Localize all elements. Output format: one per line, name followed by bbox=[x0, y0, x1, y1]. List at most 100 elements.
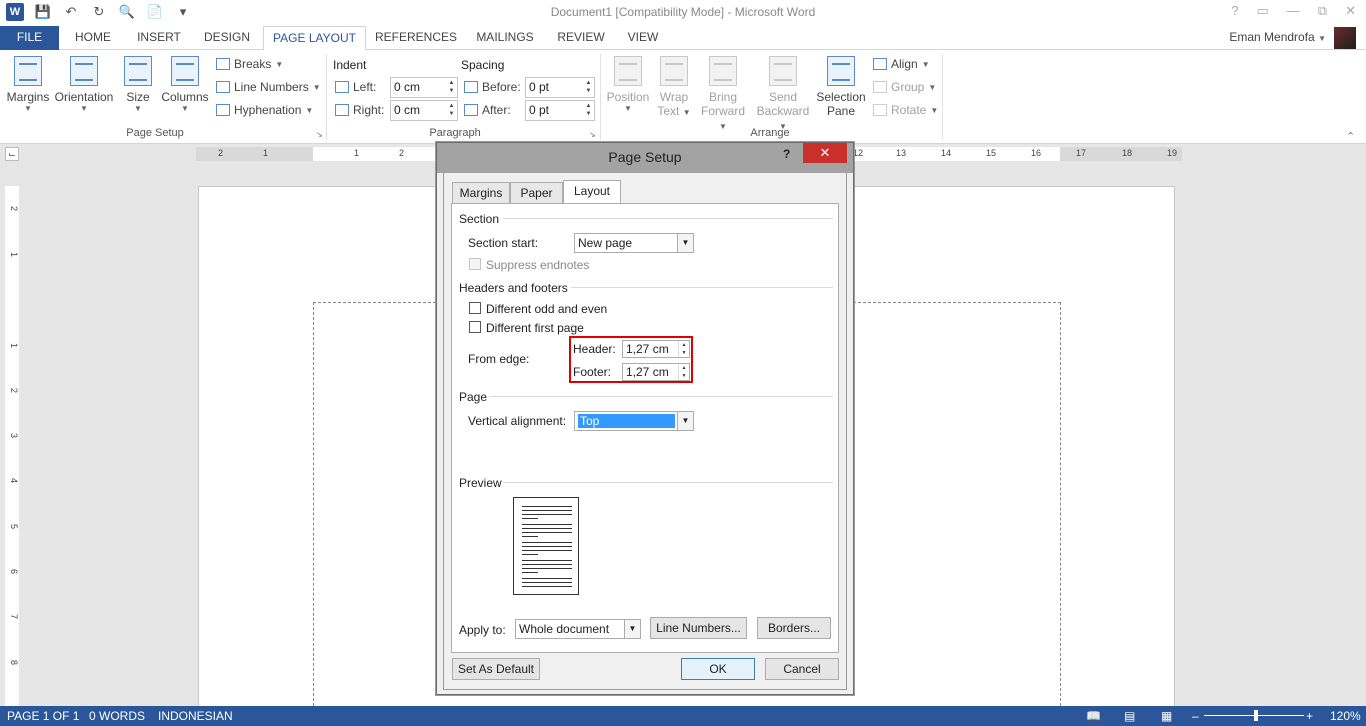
margins-button[interactable]: Margins ▼ bbox=[6, 56, 50, 113]
preview-line bbox=[522, 510, 572, 511]
tab-mailings[interactable]: MAILINGS bbox=[470, 26, 540, 50]
group-button[interactable]: Group ▼ bbox=[873, 80, 936, 94]
spacing-label: Spacing bbox=[461, 58, 505, 72]
margins-icon bbox=[14, 56, 42, 86]
spacing-before-input[interactable]: 0 pt ▲ ▼ bbox=[525, 77, 595, 98]
size-button[interactable]: Size ▼ bbox=[122, 56, 154, 113]
preview-thumbnail bbox=[513, 497, 579, 595]
vertical-alignment-select[interactable]: Top ▼ bbox=[574, 411, 694, 431]
orientation-button[interactable]: Orientation ▼ bbox=[54, 56, 114, 113]
ok-button[interactable]: OK bbox=[681, 658, 755, 680]
cancel-button[interactable]: Cancel bbox=[765, 658, 839, 680]
send-backward-icon bbox=[769, 56, 797, 86]
page-setup-launcher-icon[interactable]: ↘ bbox=[316, 130, 323, 139]
first-page-checkbox[interactable] bbox=[469, 321, 481, 333]
indent-right-input[interactable]: 0 cm ▲ ▼ bbox=[390, 100, 458, 121]
status-words[interactable]: 0 WORDS bbox=[89, 709, 145, 723]
dialog-help-icon[interactable]: ? bbox=[783, 147, 790, 161]
selection-pane-button[interactable]: Selection Pane bbox=[814, 56, 868, 118]
apply-to-select[interactable]: Whole document ▼ bbox=[515, 619, 641, 639]
odd-even-checkbox[interactable] bbox=[469, 302, 481, 314]
footer-distance-input[interactable]: 1,27 cm ▲ ▼ bbox=[622, 363, 690, 381]
preview-line bbox=[522, 550, 572, 551]
ruler-number: 13 bbox=[896, 148, 907, 158]
ruler-number: 19 bbox=[1167, 148, 1178, 158]
tab-references[interactable]: REFERENCES bbox=[372, 26, 460, 50]
hyphenation-button[interactable]: Hyphenation ▼ bbox=[216, 103, 313, 117]
ruler-number: 8 bbox=[9, 660, 19, 666]
tab-layout[interactable]: Layout bbox=[563, 180, 621, 204]
indent-label: Indent bbox=[333, 58, 367, 72]
orientation-icon bbox=[70, 56, 98, 86]
tab-margins[interactable]: Margins bbox=[452, 182, 510, 203]
read-mode-icon[interactable]: 📖 bbox=[1086, 709, 1101, 723]
spacing-after-input[interactable]: 0 pt ▲ ▼ bbox=[525, 100, 595, 121]
rotate-button[interactable]: Rotate ▼ bbox=[873, 103, 938, 117]
spacing-before-icon bbox=[464, 81, 478, 93]
header-distance-input[interactable]: 1,27 cm ▲ ▼ bbox=[622, 340, 690, 358]
footer-label: Footer: bbox=[573, 365, 612, 379]
preview-line bbox=[522, 578, 572, 579]
zoom-in-icon[interactable]: + bbox=[1306, 709, 1313, 723]
restore-icon[interactable]: ⧉ bbox=[1318, 3, 1327, 19]
dialog-title: Page Setup bbox=[608, 149, 682, 165]
status-language[interactable]: INDONESIAN bbox=[158, 709, 233, 723]
zoom-level[interactable]: 120% bbox=[1330, 709, 1361, 723]
tab-view[interactable]: VIEW bbox=[620, 26, 666, 50]
preview-line bbox=[522, 560, 572, 561]
ruler-number: 15 bbox=[986, 148, 997, 158]
breaks-icon bbox=[216, 58, 230, 70]
ruler-number: 1 bbox=[9, 252, 19, 258]
indent-left-input[interactable]: 0 cm ▲ ▼ bbox=[390, 77, 458, 98]
section-start-select[interactable]: New page ▼ bbox=[574, 233, 694, 253]
minimize-icon[interactable]: — bbox=[1287, 3, 1300, 19]
user-name[interactable]: Eman Mendrofa ▼ bbox=[1229, 30, 1326, 44]
tab-design[interactable]: DESIGN bbox=[198, 26, 256, 50]
zoom-slider-handle[interactable] bbox=[1254, 710, 1258, 721]
spinner-icon: ▲ ▼ bbox=[448, 103, 455, 117]
preview-line bbox=[522, 524, 572, 525]
ruler-number: 2 bbox=[9, 206, 19, 212]
align-button[interactable]: Align ▼ bbox=[873, 57, 930, 71]
ruler-number: 4 bbox=[9, 478, 19, 484]
preview-line bbox=[522, 582, 572, 583]
wrap-text-button[interactable]: Wrap Text ▼ bbox=[654, 56, 694, 118]
suppress-endnotes-label: Suppress endnotes bbox=[486, 258, 590, 272]
spinner-icon[interactable]: ▲ ▼ bbox=[678, 364, 689, 380]
web-layout-icon[interactable]: ▦ bbox=[1161, 709, 1172, 723]
tab-insert[interactable]: INSERT bbox=[130, 26, 188, 50]
paragraph-launcher-icon[interactable]: ↘ bbox=[589, 130, 596, 139]
vertical-ruler[interactable]: 2 1 1 2 3 4 5 6 7 8 bbox=[5, 186, 19, 706]
line-numbers-button[interactable]: Line Numbers... bbox=[650, 617, 747, 639]
wrap-text-icon bbox=[660, 56, 688, 86]
ribbon-display-icon[interactable]: ▭ bbox=[1257, 3, 1269, 19]
ruler-number: 1 bbox=[9, 343, 19, 349]
bring-forward-button[interactable]: Bring Forward ▼ bbox=[696, 56, 750, 132]
line-numbers-button[interactable]: Line Numbers ▼ bbox=[216, 80, 321, 94]
spinner-icon[interactable]: ▲ ▼ bbox=[678, 341, 689, 357]
position-button[interactable]: Position ▼ bbox=[606, 56, 650, 113]
chevron-down-icon: ▼ bbox=[624, 104, 632, 113]
tab-paper[interactable]: Paper bbox=[510, 182, 563, 203]
borders-button[interactable]: Borders... bbox=[757, 617, 831, 639]
set-as-default-button[interactable]: Set As Default bbox=[452, 658, 540, 680]
breaks-button[interactable]: Breaks ▼ bbox=[216, 57, 283, 71]
suppress-endnotes-checkbox[interactable] bbox=[469, 258, 481, 270]
close-window-icon[interactable]: ✕ bbox=[1345, 3, 1356, 19]
tab-home[interactable]: HOME bbox=[68, 26, 118, 50]
group-icon bbox=[873, 81, 887, 93]
tab-file[interactable]: FILE bbox=[0, 26, 59, 50]
columns-button[interactable]: Columns ▼ bbox=[160, 56, 210, 113]
help-icon[interactable]: ? bbox=[1231, 3, 1238, 19]
dialog-close-icon[interactable]: ✕ bbox=[803, 143, 847, 163]
status-page[interactable]: PAGE 1 OF 1 bbox=[7, 709, 79, 723]
preview-line bbox=[522, 528, 572, 529]
print-layout-icon[interactable]: ▤ bbox=[1124, 709, 1135, 723]
send-backward-button[interactable]: Send Backward ▼ bbox=[752, 56, 814, 132]
collapse-ribbon-icon[interactable]: ⌃ bbox=[1346, 130, 1355, 143]
avatar[interactable] bbox=[1334, 27, 1356, 49]
zoom-out-icon[interactable]: – bbox=[1192, 709, 1199, 723]
tab-page-layout[interactable]: PAGE LAYOUT bbox=[263, 26, 366, 51]
tab-review[interactable]: REVIEW bbox=[552, 26, 610, 50]
tab-selector-icon[interactable]: ⌙ bbox=[5, 147, 19, 161]
